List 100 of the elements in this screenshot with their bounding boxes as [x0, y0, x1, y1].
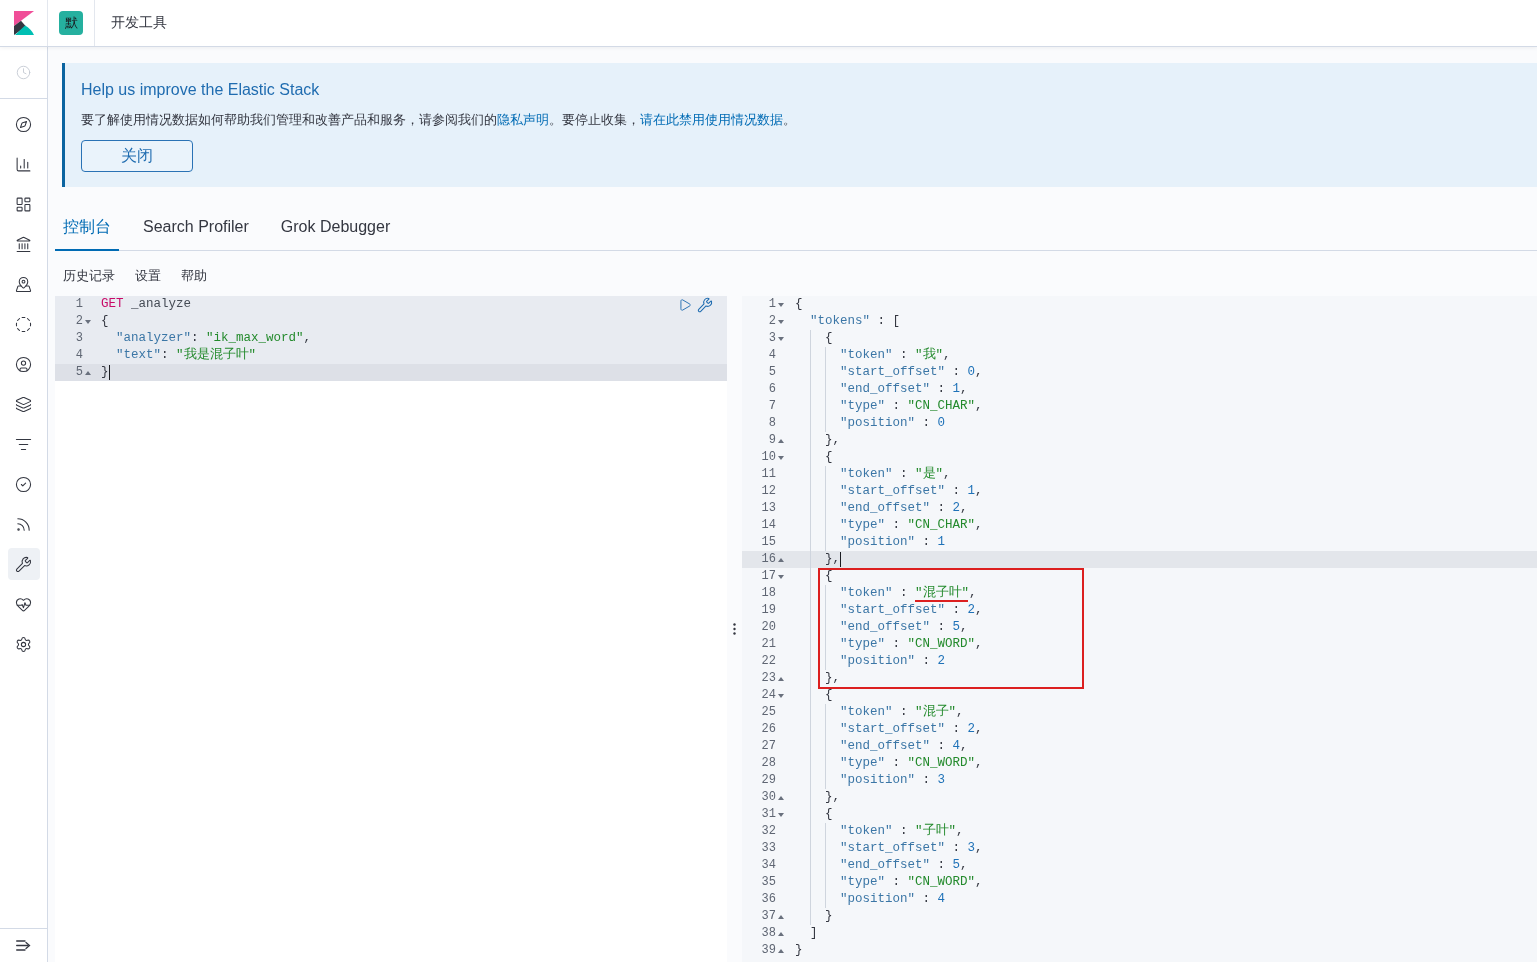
tab[interactable]: 控制台 — [55, 205, 119, 251]
request-editor[interactable]: 1 GET _analyze 2 { 3 "analyzer": "ik_max_word", 4 "text": "我是混子叶" 5 } — [55, 296, 727, 962]
code-line: "start_offset" : 2, — [840, 721, 983, 738]
compass-icon — [15, 115, 32, 133]
caret-down-icon[interactable] — [778, 812, 784, 817]
code-line: { — [825, 687, 833, 704]
drag-handle-icon[interactable] — [733, 623, 736, 635]
code-line: "end_offset" : 5, — [840, 619, 968, 636]
code-line: "position" : 0 — [840, 415, 946, 432]
code-line: "token" : "我", — [840, 347, 951, 364]
close-button[interactable]: 关闭 — [81, 140, 193, 172]
code-line: "type" : "CN_WORD", — [840, 755, 983, 772]
code-line: { — [825, 330, 833, 347]
caret-down-icon[interactable] — [85, 319, 91, 324]
code-line: }, — [825, 432, 841, 449]
map-pin-icon — [15, 275, 32, 293]
line-number: 7 — [768, 398, 776, 415]
code-line: "type" : "CN_CHAR", — [840, 398, 983, 415]
lines-arrow-icon[interactable] — [16, 940, 31, 951]
code-line: "start_offset" : 3, — [840, 840, 983, 857]
code-line: "position" : 3 — [840, 772, 946, 789]
notice-link[interactable]: 隐私声明 — [497, 112, 549, 127]
line-number: 27 — [761, 738, 776, 755]
notice-text: 要了解使用情况数据如何帮助我们管理和改善产品和服务，请参阅我们的隐私声明。要停止收集，请在此禁用使用情况数据。 — [81, 111, 797, 129]
caret-down-icon[interactable] — [778, 574, 784, 579]
line-number: 30 — [761, 789, 776, 806]
line-number: 12 — [761, 483, 776, 500]
caret-down-icon[interactable] — [778, 336, 784, 341]
caret-up-icon[interactable] — [778, 676, 784, 681]
tab[interactable]: Search Profiler — [135, 205, 257, 251]
text-cursor — [840, 552, 842, 567]
code-line: "start_offset" : 0, — [840, 364, 983, 381]
line-number: 4 — [75, 347, 83, 364]
code-line: "end_offset" : 4, — [840, 738, 968, 755]
line-number: 13 — [761, 500, 776, 517]
caret-up-icon[interactable] — [778, 931, 784, 936]
user-circle-icon — [15, 355, 32, 373]
line-number: 14 — [761, 517, 776, 534]
nav-item[interactable] — [7, 548, 40, 580]
line-number: 3 — [75, 330, 83, 347]
line-number: 4 — [768, 347, 776, 364]
code-line: "analyzer": "ik_max_word", — [116, 330, 312, 347]
line-number: 25 — [761, 704, 776, 721]
bar-chart-icon — [15, 155, 32, 173]
caret-up-icon[interactable] — [778, 948, 784, 953]
play-icon[interactable] — [678, 298, 692, 312]
line-number: 3 — [768, 330, 776, 347]
space-avatar[interactable]: 默 — [59, 11, 83, 35]
line-number: 2 — [75, 313, 83, 330]
layers-icon — [15, 395, 32, 413]
line-number: 2 — [768, 313, 776, 330]
line-number: 18 — [761, 585, 776, 602]
notice-title: Help us improve the Elastic Stack — [81, 80, 321, 100]
code-line: "end_offset" : 5, — [840, 857, 968, 874]
line-number: 16 — [761, 551, 776, 568]
line-number: 34 — [761, 857, 776, 874]
text-cursor — [108, 365, 110, 380]
tab[interactable]: Grok Debugger — [272, 205, 399, 251]
toolbar-link[interactable]: 帮助 — [173, 267, 215, 285]
caret-down-icon[interactable] — [778, 693, 784, 698]
wrench-icon[interactable] — [697, 297, 713, 313]
line-number: 38 — [761, 925, 776, 942]
line-number: 20 — [761, 619, 776, 636]
check-circle-icon — [15, 475, 32, 493]
app-logo[interactable] — [13, 11, 34, 35]
caret-down-icon[interactable] — [778, 319, 784, 324]
line-number: 9 — [768, 432, 776, 449]
caret-up-icon[interactable] — [778, 914, 784, 919]
caret-down-icon[interactable] — [778, 455, 784, 460]
line-number: 17 — [761, 568, 776, 585]
line-number: 31 — [761, 806, 776, 823]
caret-down-icon[interactable] — [778, 302, 784, 307]
code-line: "type" : "CN_WORD", — [840, 874, 983, 891]
code-line: "start_offset" : 2, — [840, 602, 983, 619]
line-number: 26 — [761, 721, 776, 738]
line-number: 39 — [761, 942, 776, 959]
caret-up-icon[interactable] — [85, 370, 91, 375]
line-number: 5 — [75, 364, 83, 381]
wrench-icon — [15, 555, 32, 573]
caret-up-icon[interactable] — [778, 557, 784, 562]
signal-icon — [15, 515, 32, 533]
line-number: 35 — [761, 874, 776, 891]
code-line: "token" : "子叶", — [840, 823, 964, 840]
caret-up-icon[interactable] — [778, 795, 784, 800]
code-line: "position" : 2 — [840, 653, 946, 670]
code-line: "type" : "CN_CHAR", — [840, 517, 983, 534]
toolbar-link[interactable]: 历史记录 — [55, 267, 123, 285]
notice-link[interactable]: 请在此禁用使用情况数据 — [640, 112, 783, 127]
caret-up-icon[interactable] — [778, 438, 784, 443]
line-number: 33 — [761, 840, 776, 857]
code-line: "end_offset" : 1, — [840, 381, 968, 398]
code-line: ] — [810, 925, 818, 942]
toolbar-link[interactable]: 设置 — [127, 267, 169, 285]
code-line: { — [825, 806, 833, 823]
line-number: 11 — [761, 466, 776, 483]
code-line: "token" : "混子", — [840, 704, 964, 721]
code-line: "position" : 4 — [840, 891, 946, 908]
line-number: 1 — [768, 296, 776, 313]
line-number: 29 — [761, 772, 776, 789]
line-number: 5 — [768, 364, 776, 381]
